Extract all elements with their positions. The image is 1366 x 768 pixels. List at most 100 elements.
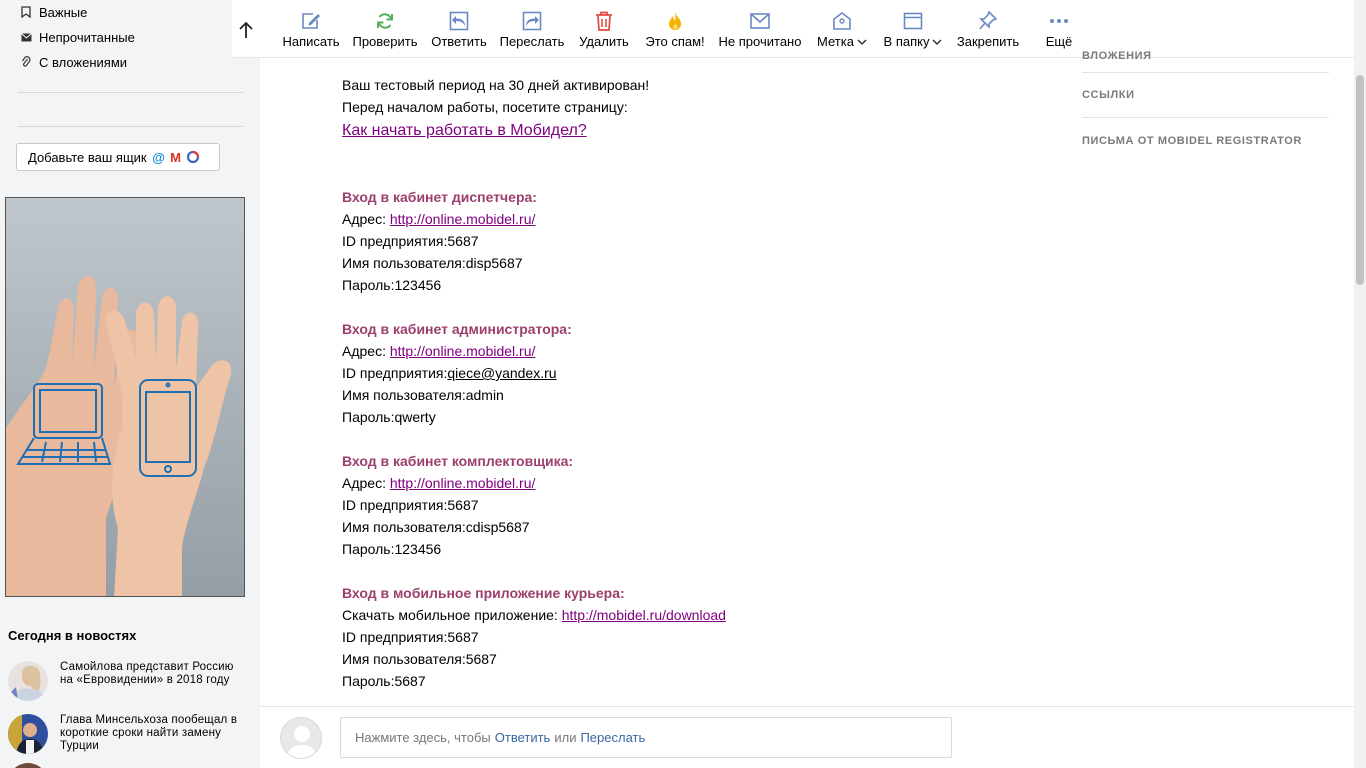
vertical-scrollbar[interactable] [1354,0,1366,768]
bookmark-icon [20,6,32,18]
pin-icon [979,10,997,32]
folder-icon [903,10,923,32]
intro-line: Перед началом работы, посетите страницу: [342,99,628,115]
org-id-line: ID предприятия:qiece@yandex.ru [342,362,1042,384]
intro-line: Ваш тестовый период на 30 дней активиров… [342,77,650,93]
mark-unread-label: Не прочитано [718,34,802,49]
address-line: Адрес: http://online.mobidel.ru/ [342,208,1042,230]
org-id-line: ID предприятия:5687 [342,233,479,249]
attachments-label: ВЛОЖЕНИЯ [1082,50,1152,62]
paperclip-icon [20,56,32,68]
refresh-icon [375,10,395,32]
news-item[interactable]: Глава Минсельхоза пообещал в короткие ср… [8,714,253,754]
news-item[interactable] [8,763,253,768]
back-to-list-button[interactable] [232,16,260,44]
hands-devices-illustration [6,276,232,596]
news-item[interactable]: Самойлова представит Россию на «Евровиде… [8,661,253,701]
folder-label: В папку [883,34,930,49]
reply-icon [449,10,469,32]
address-link[interactable]: http://online.mobidel.ru/ [390,343,536,359]
pin-label: Закрепить [956,34,1020,49]
username-line: Имя пользователя:5687 [342,651,497,667]
scrollbar-thumb[interactable] [1356,75,1364,285]
sidebar: Важные Непрочитанные С вложениями Добавь… [0,0,260,768]
password-line: Пароль:123456 [342,541,442,557]
address-link[interactable]: http://online.mobidel.ru/ [390,211,536,227]
user-avatar [280,717,322,759]
envelope-icon [20,31,32,43]
message-info-panel: ВЛОЖЕНИЯ ССЫЛКИ ПИСЬМА ОТ MOBIDEL REGIST… [1082,40,1329,163]
news-text: Глава Минсельхоза пообещал в короткие ср… [60,714,238,752]
folder-label: Непрочитанные [39,29,135,45]
forward-icon [522,10,542,32]
label-dropdown-text: Метка [817,34,867,49]
label-label: Метка [817,34,854,49]
trash-icon [595,10,613,32]
compose-icon [301,10,321,32]
folder-important[interactable]: Важные [20,2,87,22]
pin-button[interactable]: Закрепить [956,0,1020,58]
email-link[interactable]: qiece@yandex.ru [447,365,556,381]
address-line: Адрес: http://online.mobidel.ru/ [342,340,1042,362]
password-line: Пароль:qwerty [342,409,436,425]
section-heading: Вход в мобильное приложение курьера: [342,585,625,601]
news-thumbnail [8,661,48,701]
check-mail-label: Проверить [352,34,418,49]
forward-button[interactable]: Переслать [498,0,566,58]
forward-link[interactable]: Переслать [580,730,645,745]
quick-reply-bar: Нажмите здесь, чтобы Ответить или Пересл… [260,706,1354,768]
getting-started-link[interactable]: Как начать работать в Мобидел? [342,122,587,139]
reply-or: или [554,730,577,745]
folder-label: С вложениями [39,54,128,70]
address-link[interactable]: http://online.mobidel.ru/ [390,475,536,491]
news-title: Сегодня в новостях [8,628,137,643]
news-thumbnail [8,714,48,754]
add-mailbox-label: Добавьте ваш ящик [28,149,147,165]
more-icon [1049,10,1069,32]
move-to-folder-dropdown[interactable]: В папку [880,0,946,58]
label-dropdown[interactable]: Метка [814,0,870,58]
mark-unread-button[interactable]: Не прочитано [716,0,804,58]
more-button[interactable]: Ещё [1038,0,1080,58]
chevron-down-icon [932,38,942,49]
compose-button[interactable]: Написать [282,0,340,58]
username-line: Имя пользователя:disp5687 [342,255,523,271]
reply-link[interactable]: Ответить [495,730,551,745]
arrow-up-icon [239,21,253,38]
delete-button[interactable]: Удалить [576,0,632,58]
check-mail-button[interactable]: Проверить [352,0,418,58]
links-label: ССЫЛКИ [1082,89,1135,101]
section-heading: Вход в кабинет комплектовщика: [342,453,574,469]
rambler-icon [186,150,200,164]
news-text: Самойлова представит Россию на «Евровиде… [60,661,234,686]
divider [18,126,243,127]
compose-label: Написать [282,34,340,49]
download-link[interactable]: http://mobidel.ru/download [562,607,726,623]
quick-reply-input[interactable]: Нажмите здесь, чтобы Ответить или Пересл… [340,717,952,758]
mailru-at-icon: @ [152,149,165,165]
gmail-icon: M [170,149,182,165]
username-line: Имя пользователя:admin [342,387,504,403]
reply-button[interactable]: Ответить [430,0,488,58]
spam-button[interactable]: Это спам! [642,0,708,58]
links-section[interactable]: ССЫЛКИ [1082,73,1329,118]
org-id-line: ID предприятия:5687 [342,497,479,513]
spam-icon [666,10,684,32]
folder-unread[interactable]: Непрочитанные [20,27,135,47]
sender-letters-section[interactable]: ПИСЬМА ОТ MOBIDEL REGISTRATOR [1082,118,1329,163]
folder-label: Важные [39,4,88,20]
address-prefix: Скачать мобильное приложение: [342,607,562,623]
message-body: Ваш тестовый период на 30 дней активиров… [342,74,1042,692]
more-label: Ещё [1045,34,1073,49]
chevron-down-icon [857,38,867,49]
password-line: Пароль:123456 [342,277,442,293]
reply-label: Ответить [431,34,487,49]
folder-attachments[interactable]: С вложениями [20,52,127,72]
section-heading: Вход в кабинет диспетчера: [342,189,537,205]
add-mailbox-button[interactable]: Добавьте ваш ящик @ M [16,143,220,171]
advertisement-banner[interactable] [5,197,245,597]
forward-label: Переслать [499,34,565,49]
attachments-section[interactable]: ВЛОЖЕНИЯ [1082,40,1329,73]
address-prefix: Адрес: [342,343,390,359]
org-id-prefix: ID предприятия: [342,365,448,381]
